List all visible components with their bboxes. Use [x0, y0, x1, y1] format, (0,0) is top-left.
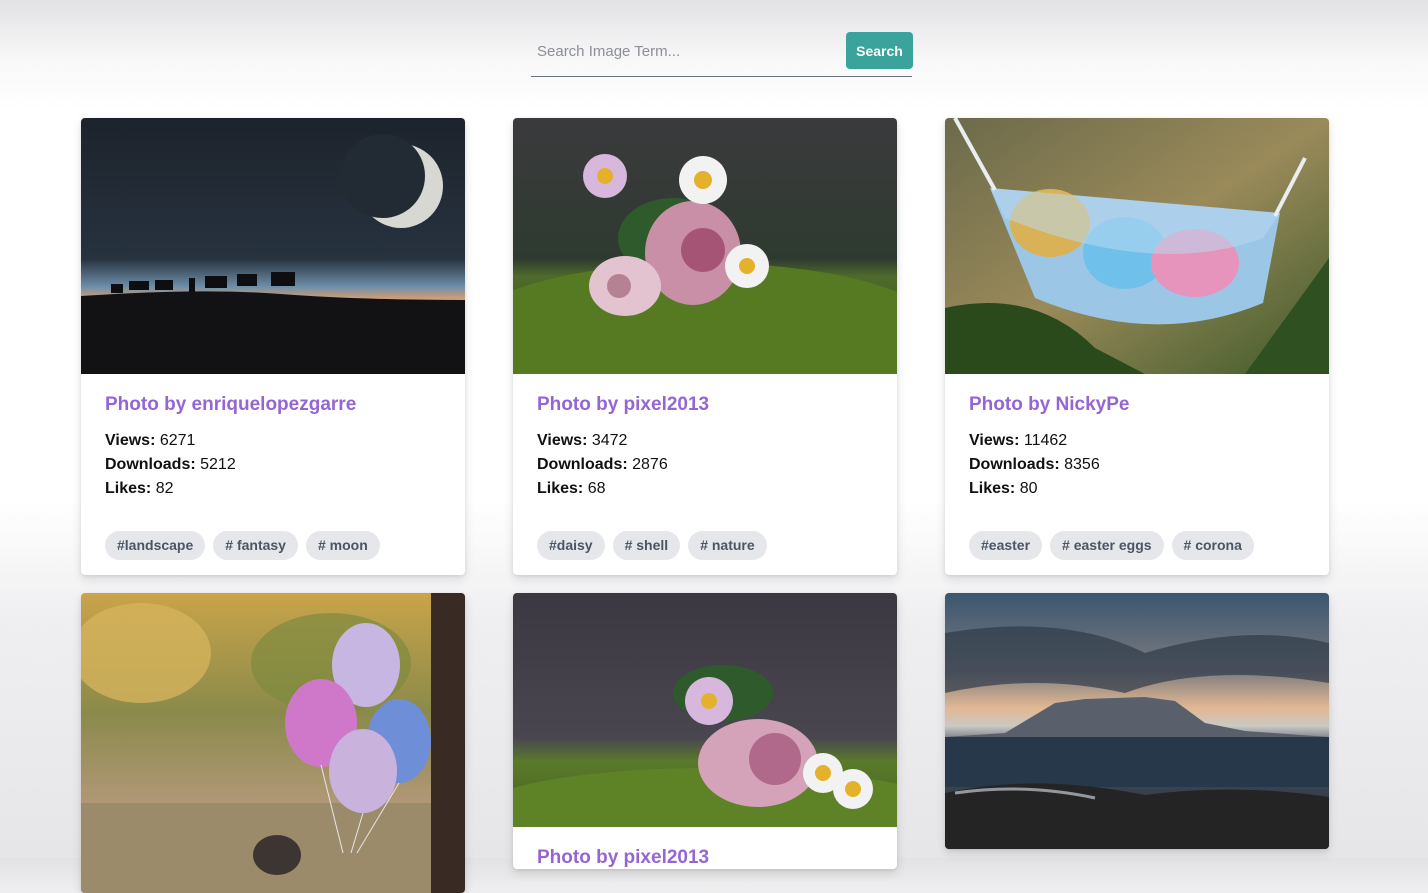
- card-title: Photo by pixel2013: [537, 394, 710, 415]
- tag-chip[interactable]: # easter eggs: [1050, 531, 1164, 560]
- likes-row: Likes: 82: [105, 480, 174, 497]
- card-image[interactable]: [513, 593, 897, 827]
- card-stats: Views: 11462 Downloads: 8356 Likes: 80: [969, 429, 1305, 501]
- downloads-value: 5212: [200, 456, 236, 473]
- card-image[interactable]: [513, 118, 897, 374]
- downloads-value: 2876: [632, 456, 668, 473]
- likes-value: 68: [587, 480, 606, 497]
- card-stats: Views: 6271 Downloads: 5212 Likes: 82: [105, 429, 441, 501]
- likes-value: 80: [1019, 480, 1038, 497]
- card-image[interactable]: [81, 593, 465, 893]
- views-value: 6271: [159, 432, 196, 449]
- tag-list: #landscape # fantasy # moon: [81, 501, 465, 575]
- search-form: Search: [531, 29, 913, 77]
- views-row: Views: 11462: [969, 432, 1068, 449]
- image-card: Photo by pixel2013 Views: 3472 Downloads…: [513, 118, 897, 575]
- views-value: 3472: [591, 432, 628, 449]
- tag-chip[interactable]: # moon: [305, 531, 380, 560]
- card-image[interactable]: [945, 593, 1329, 849]
- easter-mask-photo: [945, 118, 1329, 374]
- downloads-row: Downloads: 8356: [969, 456, 1100, 473]
- image-card: [945, 593, 1329, 849]
- tag-chip[interactable]: #landscape: [105, 531, 206, 560]
- night-desert-photo: [81, 118, 465, 374]
- image-card: Photo by pixel2013: [513, 593, 897, 869]
- tag-chip[interactable]: #daisy: [537, 531, 605, 560]
- card-image[interactable]: [945, 118, 1329, 374]
- tag-chip[interactable]: # shell: [612, 531, 681, 560]
- mountain-sunset-photo: [945, 593, 1329, 849]
- card-title: Photo by NickyPe: [969, 394, 1130, 415]
- tag-chip[interactable]: # corona: [1171, 531, 1254, 560]
- card-stats: Views: 3472 Downloads: 2876 Likes: 68: [537, 429, 873, 501]
- views-value: 11462: [1023, 432, 1068, 449]
- balloons-photo: [81, 593, 465, 893]
- views-row: Views: 3472: [537, 432, 628, 449]
- downloads-row: Downloads: 5212: [105, 456, 236, 473]
- search-input[interactable]: [531, 29, 831, 73]
- tag-chip[interactable]: # fantasy: [213, 531, 298, 560]
- tag-chip[interactable]: #easter: [969, 531, 1043, 560]
- tag-list: #daisy # shell # nature: [513, 501, 897, 575]
- card-image[interactable]: [81, 118, 465, 374]
- downloads-row: Downloads: 2876: [537, 456, 668, 473]
- image-card: Photo by NickyPe Views: 11462 Downloads:…: [945, 118, 1329, 575]
- downloads-value: 8356: [1064, 456, 1100, 473]
- image-card: Photo by enriquelopezgarre Views: 6271 D…: [81, 118, 465, 575]
- likes-value: 82: [155, 480, 174, 497]
- likes-row: Likes: 80: [969, 480, 1038, 497]
- card-title: Photo by enriquelopezgarre: [105, 394, 357, 415]
- daisy-shell-photo: [513, 118, 897, 374]
- likes-row: Likes: 68: [537, 480, 606, 497]
- card-title: Photo by pixel2013: [537, 847, 710, 868]
- daisy-shell-photo-2: [513, 593, 897, 827]
- views-row: Views: 6271: [105, 432, 196, 449]
- image-card: [81, 593, 465, 893]
- search-button[interactable]: Search: [846, 32, 913, 69]
- tag-list: #easter # easter eggs # corona: [945, 501, 1329, 575]
- tag-chip[interactable]: # nature: [688, 531, 767, 560]
